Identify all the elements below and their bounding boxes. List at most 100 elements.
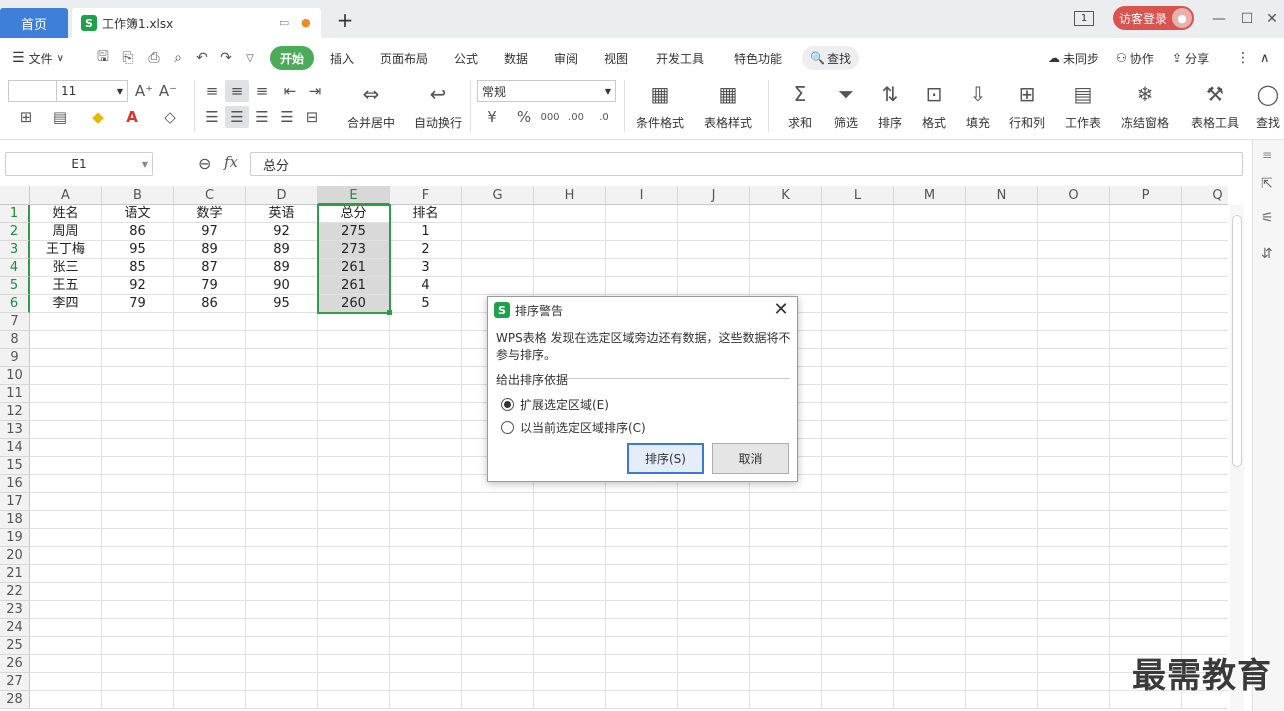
cell-b9[interactable] bbox=[102, 349, 174, 367]
cell-i23[interactable] bbox=[606, 601, 678, 619]
cell-g20[interactable] bbox=[462, 547, 534, 565]
cell-l4[interactable] bbox=[822, 259, 894, 277]
cell-o8[interactable] bbox=[1038, 331, 1110, 349]
cell-b11[interactable] bbox=[102, 385, 174, 403]
cell-q16[interactable] bbox=[1182, 475, 1228, 493]
cell-q24[interactable] bbox=[1182, 619, 1228, 637]
select-all-corner[interactable] bbox=[0, 186, 30, 205]
cell-e1[interactable]: 总分 bbox=[318, 205, 390, 223]
cell-b6[interactable]: 79 bbox=[102, 295, 174, 313]
cell-a21[interactable] bbox=[30, 565, 102, 583]
dialog-close-icon[interactable]: ✕ bbox=[771, 300, 791, 320]
cell-e5[interactable]: 261 bbox=[318, 277, 390, 295]
cell-g1[interactable] bbox=[462, 205, 534, 223]
cell-c2[interactable]: 97 bbox=[174, 223, 246, 241]
cell-m27[interactable] bbox=[894, 673, 966, 691]
row-header-25[interactable]: 25 bbox=[0, 637, 30, 655]
settings-sliders-icon[interactable]: ⚟ bbox=[1261, 210, 1274, 226]
cell-m19[interactable] bbox=[894, 529, 966, 547]
cell-n1[interactable] bbox=[966, 205, 1038, 223]
cell-b22[interactable] bbox=[102, 583, 174, 601]
cell-m21[interactable] bbox=[894, 565, 966, 583]
cell-p6[interactable] bbox=[1110, 295, 1182, 313]
sort-button[interactable]: ⇅ 排序 bbox=[872, 80, 908, 131]
fill-color-icon[interactable]: ◆ bbox=[86, 106, 110, 128]
sync-status[interactable]: ☁ 未同步 bbox=[1048, 46, 1099, 70]
cell-c1[interactable]: 数学 bbox=[174, 205, 246, 223]
currency-icon[interactable]: ¥ bbox=[480, 106, 504, 128]
freeze-panes-button[interactable]: ❄ 冻结窗格 bbox=[1116, 80, 1174, 131]
export-icon[interactable]: ⎘ bbox=[114, 50, 142, 66]
font-size-select[interactable]: 11 ▼ bbox=[56, 80, 128, 102]
cell-m5[interactable] bbox=[894, 277, 966, 295]
menu-insert[interactable]: 插入 bbox=[330, 46, 354, 70]
cell-i19[interactable] bbox=[606, 529, 678, 547]
cell-l25[interactable] bbox=[822, 637, 894, 655]
cell-p5[interactable] bbox=[1110, 277, 1182, 295]
cell-q4[interactable] bbox=[1182, 259, 1228, 277]
cell-l21[interactable] bbox=[822, 565, 894, 583]
cell-d4[interactable]: 89 bbox=[246, 259, 318, 277]
cell-m22[interactable] bbox=[894, 583, 966, 601]
cell-o14[interactable] bbox=[1038, 439, 1110, 457]
cell-p21[interactable] bbox=[1110, 565, 1182, 583]
cell-f13[interactable] bbox=[390, 421, 462, 439]
cell-j18[interactable] bbox=[678, 511, 750, 529]
cell-l26[interactable] bbox=[822, 655, 894, 673]
cell-n6[interactable] bbox=[966, 295, 1038, 313]
cancel-button[interactable]: 取消 bbox=[712, 443, 789, 474]
cell-c27[interactable] bbox=[174, 673, 246, 691]
cell-a1[interactable]: 姓名 bbox=[30, 205, 102, 223]
cell-q23[interactable] bbox=[1182, 601, 1228, 619]
row-header-2[interactable]: 2 bbox=[0, 223, 30, 241]
cell-c25[interactable] bbox=[174, 637, 246, 655]
cell-o13[interactable] bbox=[1038, 421, 1110, 439]
row-header-10[interactable]: 10 bbox=[0, 367, 30, 385]
cell-n10[interactable] bbox=[966, 367, 1038, 385]
cell-p9[interactable] bbox=[1110, 349, 1182, 367]
table-style-button[interactable]: ▦ 表格样式 bbox=[698, 80, 758, 131]
cell-b27[interactable] bbox=[102, 673, 174, 691]
cell-g18[interactable] bbox=[462, 511, 534, 529]
cell-q5[interactable] bbox=[1182, 277, 1228, 295]
cell-n17[interactable] bbox=[966, 493, 1038, 511]
cell-a26[interactable] bbox=[30, 655, 102, 673]
cell-n22[interactable] bbox=[966, 583, 1038, 601]
row-header-4[interactable]: 4 bbox=[0, 259, 30, 277]
cell-d13[interactable] bbox=[246, 421, 318, 439]
row-header-14[interactable]: 14 bbox=[0, 439, 30, 457]
cell-l15[interactable] bbox=[822, 457, 894, 475]
row-header-27[interactable]: 27 bbox=[0, 673, 30, 691]
cell-o5[interactable] bbox=[1038, 277, 1110, 295]
cell-c28[interactable] bbox=[174, 691, 246, 709]
cell-c9[interactable] bbox=[174, 349, 246, 367]
cell-d10[interactable] bbox=[246, 367, 318, 385]
cell-f28[interactable] bbox=[390, 691, 462, 709]
cell-g19[interactable] bbox=[462, 529, 534, 547]
cell-e3[interactable]: 273 bbox=[318, 241, 390, 259]
cell-k25[interactable] bbox=[750, 637, 822, 655]
column-header-l[interactable]: L bbox=[822, 186, 894, 205]
cell-g26[interactable] bbox=[462, 655, 534, 673]
conditional-format-button[interactable]: ▦ 条件格式 bbox=[630, 80, 690, 131]
cell-j26[interactable] bbox=[678, 655, 750, 673]
cell-l13[interactable] bbox=[822, 421, 894, 439]
column-header-g[interactable]: G bbox=[462, 186, 534, 205]
cell-f5[interactable]: 4 bbox=[390, 277, 462, 295]
border-icon[interactable]: ⊞ bbox=[14, 106, 38, 128]
format-button[interactable]: ⊡ 格式 bbox=[916, 80, 952, 131]
worksheet-button[interactable]: ▤ 工作表 bbox=[1060, 80, 1106, 131]
row-header-15[interactable]: 15 bbox=[0, 457, 30, 475]
cell-f27[interactable] bbox=[390, 673, 462, 691]
menu-data[interactable]: 数据 bbox=[504, 46, 528, 70]
cell-e25[interactable] bbox=[318, 637, 390, 655]
minimize-icon[interactable]: — bbox=[1208, 8, 1230, 30]
cell-c11[interactable] bbox=[174, 385, 246, 403]
cell-j24[interactable] bbox=[678, 619, 750, 637]
cell-n28[interactable] bbox=[966, 691, 1038, 709]
cell-b7[interactable] bbox=[102, 313, 174, 331]
cell-i26[interactable] bbox=[606, 655, 678, 673]
cell-p16[interactable] bbox=[1110, 475, 1182, 493]
cell-m25[interactable] bbox=[894, 637, 966, 655]
fill-handle[interactable] bbox=[387, 310, 392, 315]
